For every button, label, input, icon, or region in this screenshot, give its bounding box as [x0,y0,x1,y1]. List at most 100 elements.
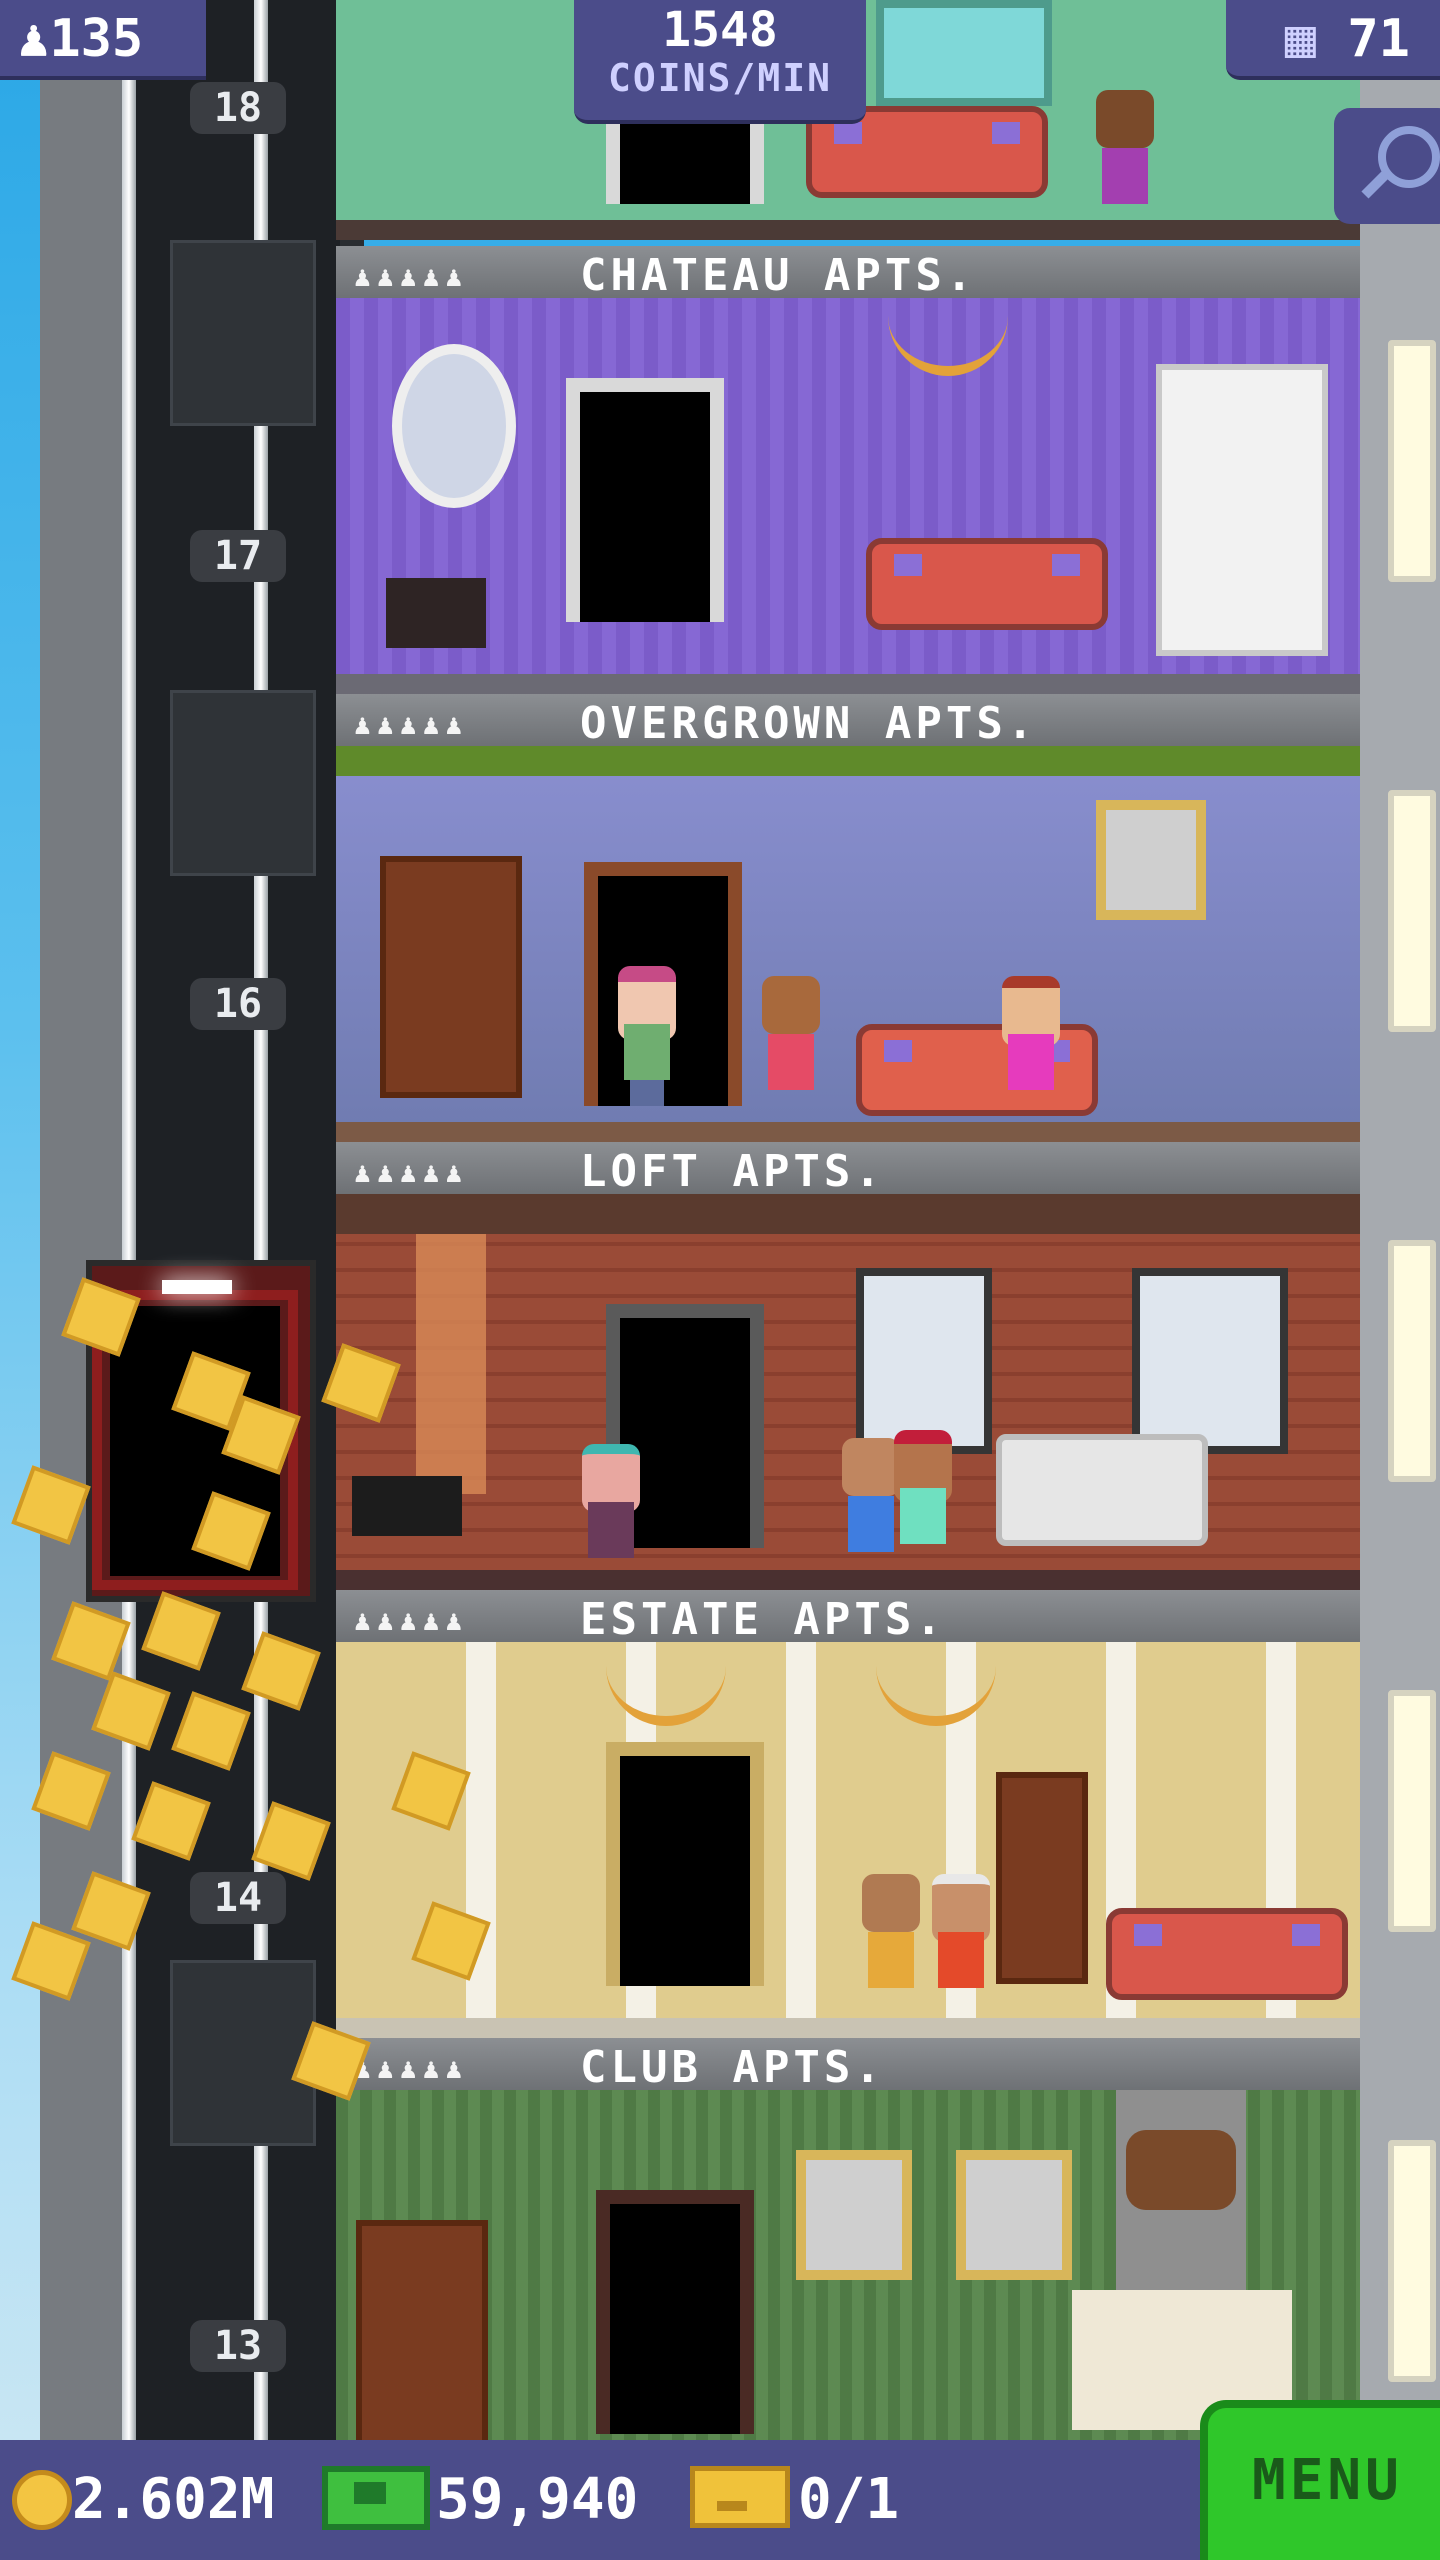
light-beam [416,1234,486,1494]
floor-number-14: 14 [190,1872,286,1924]
wall-lamp [1388,2140,1436,2382]
floor-baseboard [336,2018,1360,2038]
club-room [336,2090,1360,2440]
wall-lamp [1388,1690,1436,1932]
floor-15-loft[interactable]: ♟♟♟♟♟ LOFT APTS. [336,1142,1360,1590]
resident[interactable] [612,966,682,1106]
chandelier-icon [888,306,1008,376]
floor-header: ♟♟♟♟♟ CHATEAU APTS. [336,246,1360,302]
neighbor-building-column [1360,0,1440,2440]
room-window [856,1268,992,1454]
white-cabinet [1156,364,1328,656]
resident-body [900,1488,946,1544]
floor-header: ♟♟♟♟♟ LOFT APTS. [336,1142,1360,1198]
resident-head [862,1874,920,1932]
elevator-rail-left [122,0,136,2440]
menu-button-label: MENU [1252,2448,1403,2513]
coins-per-minute-panel[interactable]: 1548 COINS/MIN [574,0,866,124]
sofa [1106,1908,1348,2000]
resident-head [1096,90,1154,148]
floor-16-overgrown[interactable]: ♟♟♟♟♟ OVERGROWN APTS. [336,694,1360,1142]
resident-head [762,976,820,1034]
floor-17-chateau[interactable]: ♟♟♟♟♟ CHATEAU APTS. [336,246,1360,694]
menu-button[interactable]: MENU [1200,2400,1440,2560]
ticket-icon [690,2466,790,2528]
oval-mirror [392,344,516,508]
resident[interactable] [996,976,1066,1116]
floor-baseboard [336,220,1360,240]
floor-baseboard [336,674,1360,694]
floor-number-18: 18 [190,82,286,134]
resident[interactable] [888,1430,958,1570]
floor-counter[interactable]: ▦ 71 [1226,0,1440,80]
population-counter[interactable]: ♟135 [0,0,206,80]
white-sofa [996,1434,1208,1546]
resident-body [624,1024,670,1080]
telephone-table [386,578,486,648]
chateau-room [336,298,1360,694]
resident-slots-icon: ♟♟♟♟♟ [354,1604,469,1637]
room-door [596,2190,754,2434]
resident[interactable] [576,1444,646,1584]
floor-header: ♟♟♟♟♟ CLUB APTS. [336,2038,1360,2094]
wall-lamp [1388,340,1436,582]
shaft-panel [170,1960,316,2146]
moose-head-trophy [1126,2130,1236,2210]
tv-stand [352,1476,462,1536]
resident-legs [630,1080,664,1106]
resident-body [588,1502,634,1558]
bookshelf [380,856,522,1098]
portrait-frame [796,2150,912,2280]
ceiling-beams [336,1194,1360,1234]
resident-body [938,1932,984,1988]
room-window [1132,1268,1288,1454]
resident[interactable] [926,1874,996,2014]
floor-name: ESTATE APTS. [580,1594,946,1645]
floor-number-17: 17 [190,530,286,582]
resident-slots-icon: ♟♟♟♟♟ [354,2052,469,2085]
coins-per-minute-label: COINS/MIN [608,56,832,100]
search-button[interactable] [1334,108,1440,224]
population-value: 135 [49,9,144,69]
floor-baseboard [336,1570,1360,1590]
tower-bux-balance[interactable]: 59,940 [436,2470,638,2530]
shaft-panel [170,690,316,876]
wall-lamp [1388,790,1436,1032]
floor-name: CHATEAU APTS. [580,250,977,301]
room-window [876,0,1052,106]
floor-13-club[interactable]: ♟♟♟♟♟ CLUB APTS. [336,2038,1360,2440]
coin-icon [12,2470,72,2530]
estate-room [336,1642,1360,2038]
coins-balance[interactable]: 2.602M [72,2470,274,2530]
bookshelf [356,2220,488,2440]
vines [336,746,1360,776]
resident[interactable] [1090,90,1160,230]
chandelier-icon [606,1656,726,1726]
floor-name: CLUB APTS. [580,2042,885,2093]
resident-slots-icon: ♟♟♟♟♟ [354,708,469,741]
floor-number-16: 16 [190,978,286,1030]
resident-slots-icon: ♟♟♟♟♟ [354,260,469,293]
floor-count-value: 71 [1347,9,1410,69]
resident[interactable] [856,1874,926,2014]
resident[interactable] [756,976,826,1116]
resident-body [868,1932,914,1988]
chandelier-icon [876,1656,996,1726]
sofa [866,538,1108,630]
resident-body [1102,148,1148,204]
floor-name: OVERGROWN APTS. [580,698,1038,749]
coins-per-minute-value: 1548 [662,2,778,58]
floor-14-estate[interactable]: ♟♟♟♟♟ ESTATE APTS. [336,1590,1360,2038]
cash-icon [322,2466,430,2530]
room-door [566,378,724,622]
tickets-count[interactable]: 0/1 [798,2470,899,2530]
floor-name: LOFT APTS. [580,1146,885,1197]
magnifier-icon-handle [1361,167,1393,199]
wall-lamp [1388,1240,1436,1482]
elevator-car-light [162,1280,232,1294]
floor-baseboard [336,1122,1360,1142]
framed-picture [1096,800,1206,920]
floor-header: ♟♟♟♟♟ ESTATE APTS. [336,1590,1360,1646]
resident-body [1008,1034,1054,1090]
person-icon: ♟ [18,9,50,69]
